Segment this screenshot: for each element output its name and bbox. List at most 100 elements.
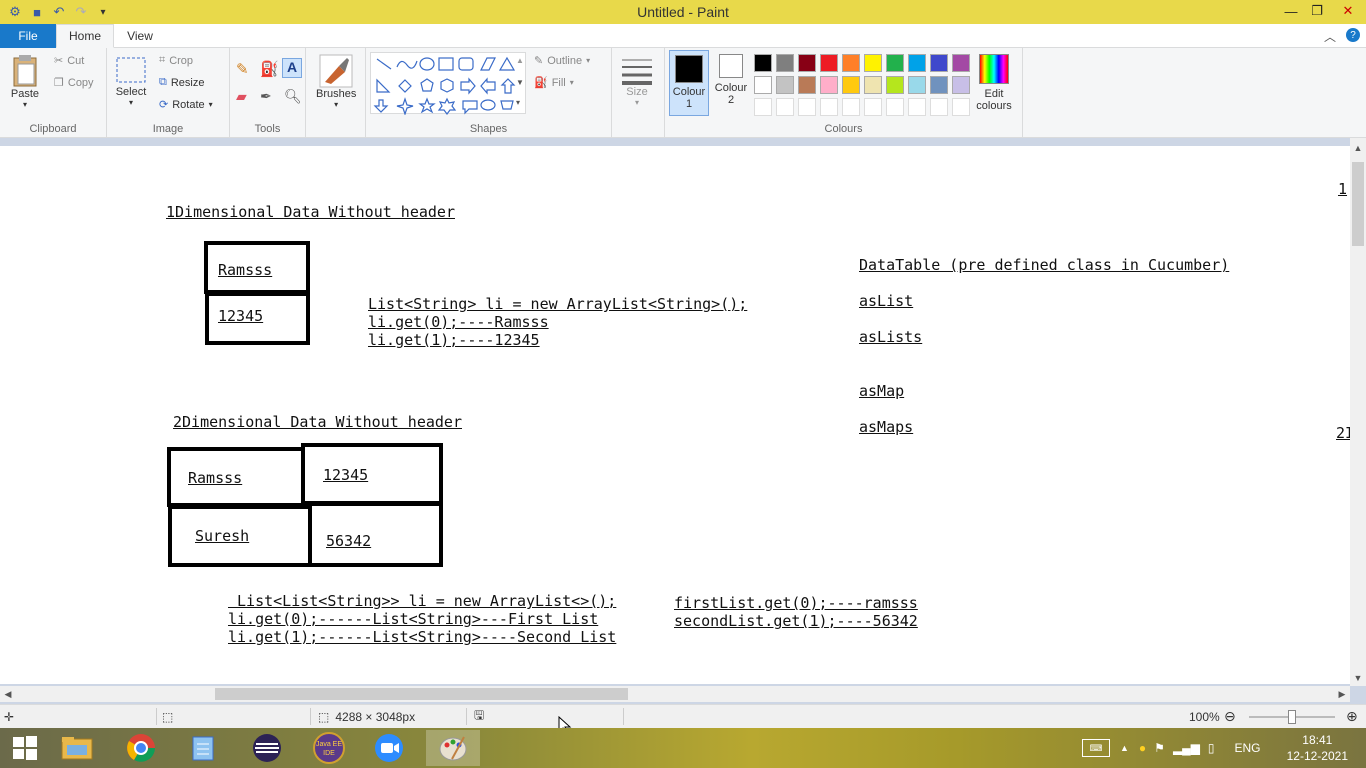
brushes-button[interactable]: Brushes ▾	[316, 54, 356, 109]
horizontal-scroll-thumb[interactable]	[215, 688, 628, 700]
touch-keyboard-icon[interactable]: ⌨	[1082, 739, 1110, 757]
palette-swatch[interactable]	[820, 54, 838, 72]
color-picker-icon[interactable]: ✒	[260, 88, 272, 105]
crop-button[interactable]: ⌗ Crop	[159, 54, 193, 67]
palette-swatch[interactable]	[754, 76, 772, 94]
palette-swatch[interactable]	[798, 54, 816, 72]
clock[interactable]: 18:41 12-12-2021	[1287, 732, 1348, 764]
rotate-button[interactable]: ⟳ Rotate ▾	[159, 98, 213, 112]
language-indicator[interactable]: ENG	[1235, 741, 1261, 755]
palette-swatch[interactable]	[776, 76, 794, 94]
method-aslists: asLists	[859, 328, 923, 346]
drawing-canvas[interactable]: 1Dimensional Data Without header Ramsss …	[0, 146, 1350, 684]
copy-button[interactable]: ❐ Copy	[54, 76, 94, 90]
palette-custom-swatch[interactable]	[908, 98, 926, 116]
code-list-line2: secondList.get(1);----56342	[674, 612, 918, 630]
gallery-expand-icon[interactable]: ▾	[516, 98, 520, 107]
signal-strength-icon[interactable]: ▂▄▆	[1173, 741, 1200, 755]
tab-view[interactable]: View	[114, 24, 166, 48]
colour2-button[interactable]: Colour 2	[711, 54, 751, 106]
zoom-in-icon[interactable]: ⊕	[1346, 705, 1358, 728]
palette-swatch[interactable]	[908, 76, 926, 94]
fill-button[interactable]: ⛽ Fill ▾	[534, 76, 574, 90]
palette-swatch[interactable]	[886, 54, 904, 72]
palette-swatch[interactable]	[820, 76, 838, 94]
svg-text:Java EE: Java EE	[316, 741, 342, 748]
outline-button[interactable]: ✎ Outline ▾	[534, 54, 590, 68]
eclipse-java-ee-icon[interactable]: Java EE IDE	[306, 730, 352, 766]
fill-bucket-icon[interactable]: ⛽	[260, 60, 279, 78]
palette-swatch[interactable]	[952, 76, 970, 94]
palette-custom-swatch[interactable]	[864, 98, 882, 116]
maximize-button[interactable]: ❐	[1304, 0, 1330, 22]
palette-custom-swatch[interactable]	[776, 98, 794, 116]
colour1-button[interactable]: Colour 1	[669, 50, 709, 116]
file-explorer-icon[interactable]	[54, 730, 100, 766]
size-button[interactable]: Size ▾	[620, 56, 654, 107]
scroll-up-icon[interactable]: ▲	[1350, 140, 1366, 156]
eraser-icon[interactable]: ▰	[236, 88, 247, 105]
palette-custom-swatch[interactable]	[798, 98, 816, 116]
palette-custom-swatch[interactable]	[842, 98, 860, 116]
palette-custom-swatch[interactable]	[930, 98, 948, 116]
palette-custom-swatch[interactable]	[952, 98, 970, 116]
palette-swatch[interactable]	[930, 54, 948, 72]
battery-icon[interactable]: ▯	[1208, 741, 1215, 755]
palette-swatch[interactable]	[908, 54, 926, 72]
resize-button[interactable]: ⧉ Resize	[159, 76, 204, 89]
file-size-icon: 🖫︎	[474, 708, 485, 722]
eclipse-icon[interactable]	[244, 730, 290, 766]
palette-swatch[interactable]	[776, 54, 794, 72]
collapse-ribbon-icon[interactable]: ︿	[1324, 28, 1336, 45]
palette-custom-swatch[interactable]	[820, 98, 838, 116]
zoom-out-icon[interactable]: ⊖	[1224, 705, 1236, 728]
vertical-scrollbar[interactable]: ▲ ▼	[1350, 138, 1366, 686]
pencil-icon[interactable]: ✎	[236, 60, 249, 78]
palette-swatch[interactable]	[952, 54, 970, 72]
palette-custom-swatch[interactable]	[886, 98, 904, 116]
palette-swatch[interactable]	[842, 54, 860, 72]
start-button[interactable]	[2, 730, 48, 766]
gallery-scroll-up-icon[interactable]: ▲	[516, 56, 524, 65]
notepad-icon[interactable]	[180, 730, 226, 766]
shapes-gallery[interactable]	[370, 52, 526, 116]
svg-text:IDE: IDE	[323, 750, 335, 757]
network-status-icon[interactable]: ⚑	[1154, 741, 1165, 755]
copy-icon: ❐	[54, 77, 64, 89]
text-tool-icon[interactable]: A	[282, 58, 302, 78]
paste-button[interactable]: Paste ▾	[10, 54, 40, 109]
chrome-icon[interactable]	[118, 730, 164, 766]
palette-swatch[interactable]	[754, 54, 772, 72]
horizontal-scrollbar[interactable]: ◀ ▶	[0, 686, 1350, 702]
zoom-app-icon[interactable]	[366, 730, 412, 766]
palette-swatch[interactable]	[886, 76, 904, 94]
palette-swatch[interactable]	[842, 76, 860, 94]
tab-home[interactable]: Home	[56, 24, 114, 48]
minimize-button[interactable]: —	[1278, 0, 1304, 22]
palette-swatch[interactable]	[798, 76, 816, 94]
tab-file[interactable]: File	[0, 24, 56, 48]
close-button[interactable]: ✕	[1330, 0, 1366, 22]
palette-swatch[interactable]	[864, 54, 882, 72]
magnifier-icon[interactable]: 🔍︎	[284, 88, 302, 105]
method-asmaps: asMaps	[859, 418, 914, 436]
vertical-scroll-thumb[interactable]	[1352, 162, 1364, 246]
show-hidden-icons-icon[interactable]: ▲	[1120, 743, 1129, 753]
fill-icon: ⛽	[534, 77, 548, 89]
update-status-icon[interactable]: ●	[1139, 741, 1146, 755]
colour2-swatch	[719, 54, 743, 78]
paint-taskbar-icon[interactable]	[426, 730, 480, 766]
palette-custom-swatch[interactable]	[754, 98, 772, 116]
edit-colours-button[interactable]: Edit colours	[974, 54, 1014, 112]
cut-button[interactable]: ✂ Cut	[54, 54, 84, 68]
palette-swatch[interactable]	[930, 76, 948, 94]
help-icon[interactable]: ?	[1346, 28, 1360, 42]
select-button[interactable]: Select ▾	[115, 56, 147, 107]
palette-swatch[interactable]	[864, 76, 882, 94]
gallery-scroll-down-icon[interactable]: ▼	[516, 78, 524, 87]
scroll-down-icon[interactable]: ▼	[1350, 670, 1366, 686]
scroll-left-icon[interactable]: ◀	[0, 686, 16, 702]
zoom-slider-thumb[interactable]	[1288, 710, 1296, 724]
colour-spectrum-icon	[979, 54, 1009, 84]
scroll-right-icon[interactable]: ▶	[1334, 686, 1350, 702]
